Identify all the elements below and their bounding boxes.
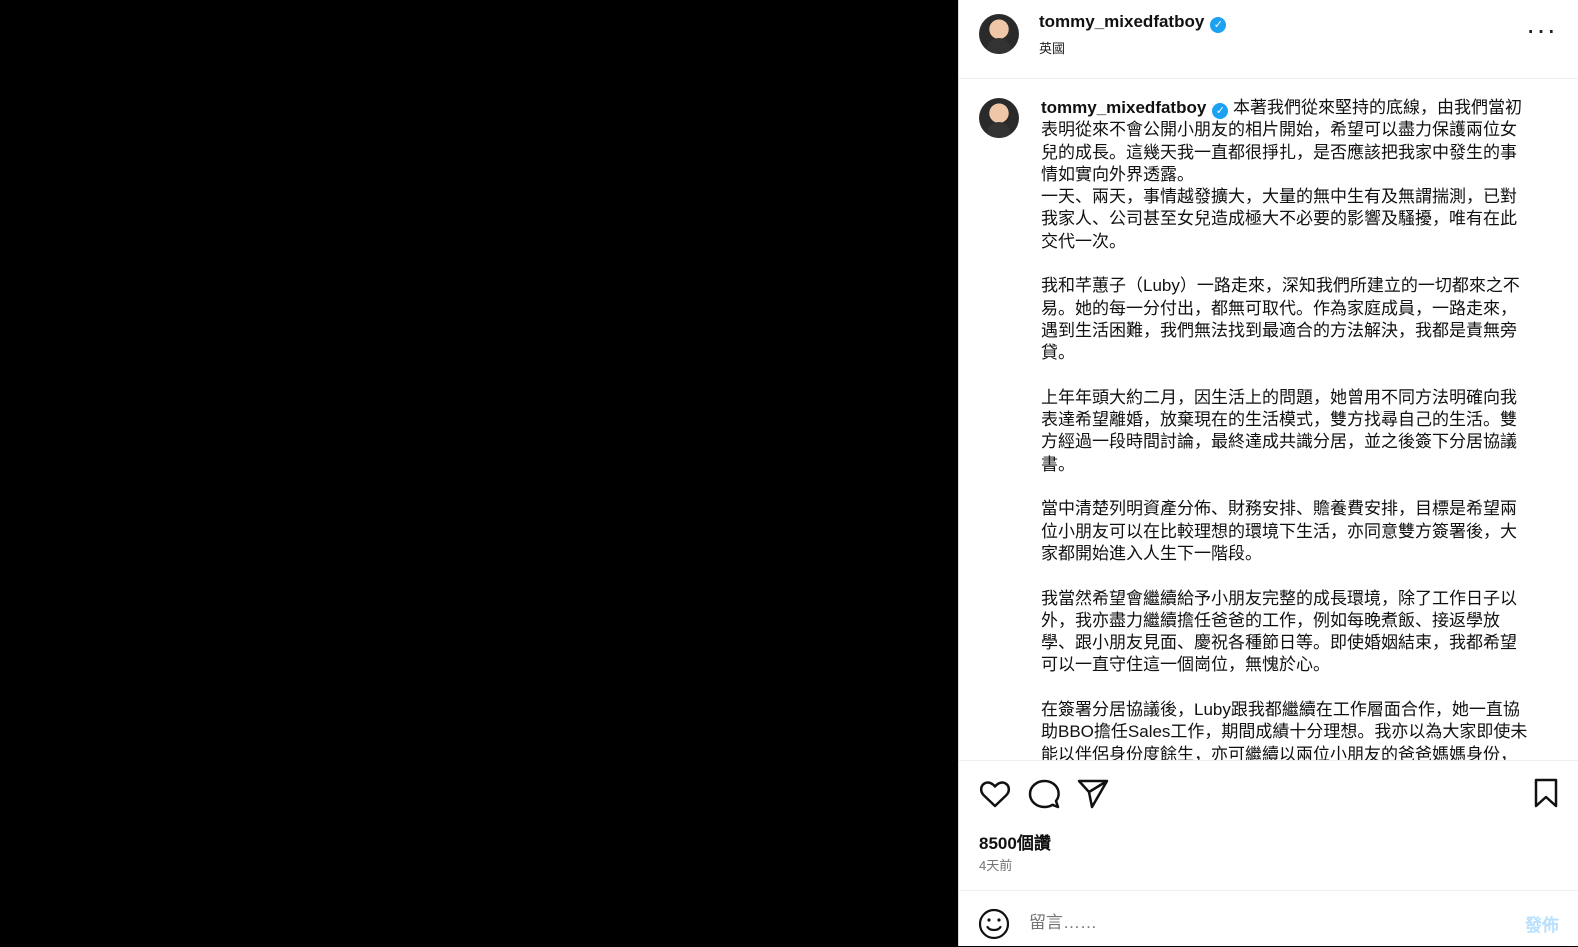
caption-author-avatar[interactable] [979, 98, 1019, 138]
post-actions-bar [959, 763, 1578, 823]
post-caption: tommy_mixedfatboy ✓ 本著我們從來堅持的底線，由我們當初表明從來… [1041, 97, 1531, 761]
like-count[interactable]: 8500個讚 [979, 829, 1051, 854]
caption-author-username[interactable]: tommy_mixedfatboy [1041, 98, 1206, 117]
verified-icon: ✓ [1210, 17, 1227, 33]
post-location[interactable]: 英國 [1039, 38, 1065, 57]
author-username-header[interactable]: tommy_mixedfatboy ✓ [1039, 12, 1227, 33]
caption-verified-icon: ✓ [1212, 103, 1229, 119]
emoji-icon[interactable] [977, 907, 1011, 941]
author-avatar[interactable] [979, 14, 1019, 54]
heart-icon[interactable] [977, 775, 1013, 811]
comment-composer: 發佈 [959, 890, 1578, 947]
bookmark-icon[interactable] [1528, 775, 1564, 811]
instagram-post-modal: tommy_mixedfatboy ✓ 英國 ··· tommy_mixedfat… [0, 0, 1578, 946]
caption-section: tommy_mixedfatboy ✓ 本著我們從來堅持的底線，由我們當初表明從來… [959, 79, 1578, 761]
more-options-icon[interactable]: ··· [1526, 16, 1557, 44]
post-comment-button[interactable]: 發佈 [1525, 911, 1559, 936]
post-timestamp[interactable]: 4天前 [979, 855, 1012, 874]
post-media-area[interactable] [0, 0, 958, 946]
send-icon[interactable] [1075, 775, 1111, 811]
author-username-text[interactable]: tommy_mixedfatboy [1039, 12, 1204, 31]
post-header: tommy_mixedfatboy ✓ 英國 ··· [959, 0, 1578, 79]
post-details-panel: tommy_mixedfatboy ✓ 英國 ··· tommy_mixedfat… [958, 0, 1578, 946]
comment-icon[interactable] [1026, 775, 1062, 811]
caption-text: 本著我們從來堅持的底線，由我們當初表明從來不會公開小朋友的相片開始，希望可以盡力… [1041, 98, 1528, 761]
comment-input[interactable] [1027, 907, 1511, 939]
